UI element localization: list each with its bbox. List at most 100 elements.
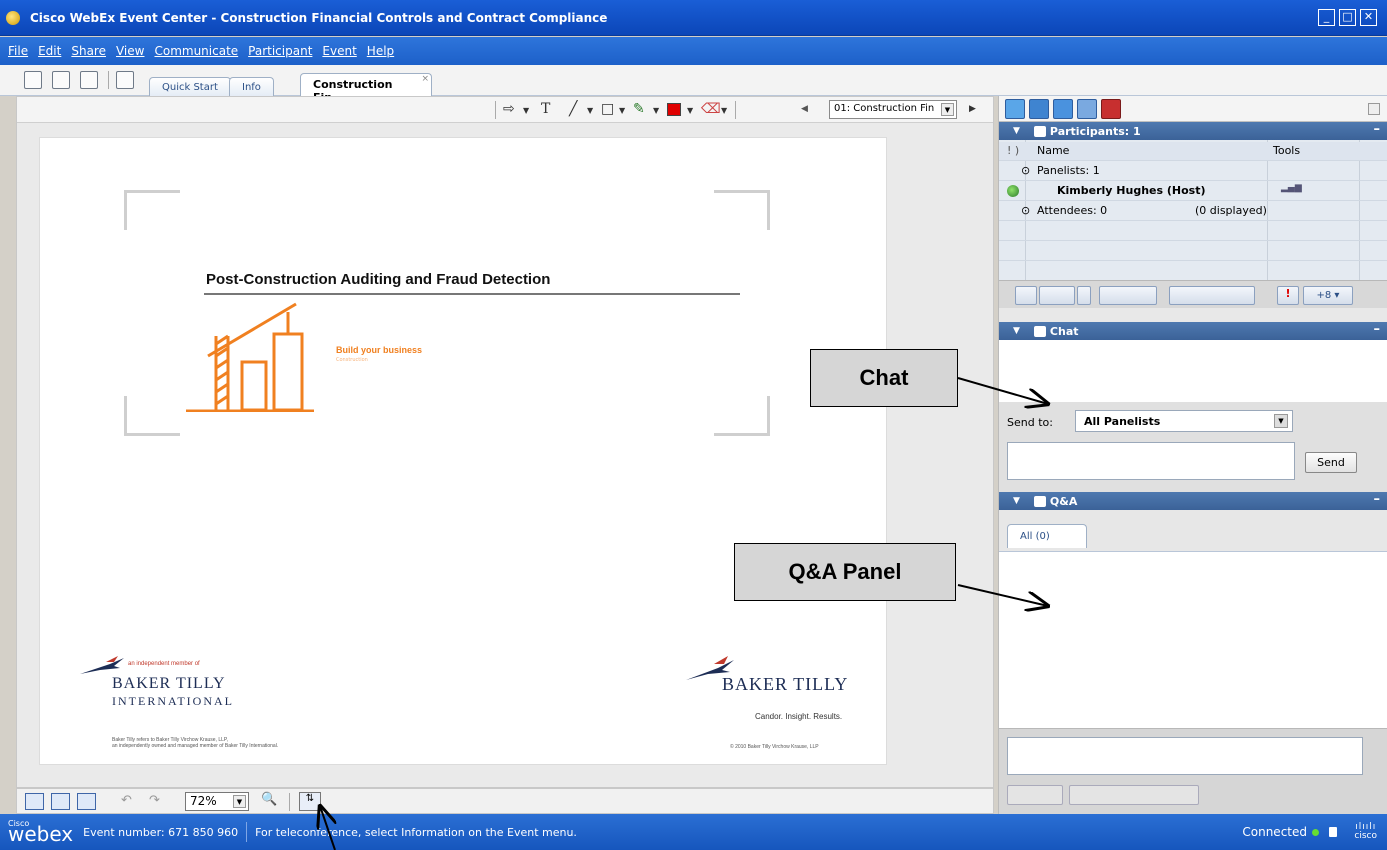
menu-help[interactable]: Help	[367, 44, 394, 58]
disabled-action-button[interactable]	[1099, 286, 1157, 305]
page-selector-value: 01: Construction Fin	[834, 103, 935, 114]
qa-panel-icon[interactable]	[1053, 99, 1073, 119]
color-picker-icon[interactable]	[667, 103, 681, 116]
participant-row[interactable]: Kimberly Hughes (Host) ▂▄▆	[999, 182, 1387, 201]
qa-panel-header[interactable]: ▼ Q&A –	[999, 492, 1387, 510]
new-document-icon[interactable]	[24, 71, 42, 89]
send-to-value: All Panelists	[1084, 415, 1161, 428]
record-icon[interactable]	[1101, 99, 1121, 119]
sync-display-icon[interactable]: ⇅	[299, 792, 321, 811]
qa-question-list[interactable]	[999, 552, 1387, 728]
panelists-label: Panelists: 1	[1037, 164, 1100, 177]
share-desktop-icon[interactable]	[80, 71, 98, 89]
menu-bar: File Edit Share View Communicate Partici…	[0, 37, 1387, 65]
minimize-panel-icon[interactable]: –	[1374, 492, 1381, 507]
panelists-group-row[interactable]: ⊙ Panelists: 1	[999, 162, 1387, 181]
line-dropdown-icon[interactable]: ▼	[587, 106, 593, 115]
eraser-dropdown-icon[interactable]: ▼	[721, 106, 727, 115]
feedback-icon[interactable]	[1039, 286, 1075, 305]
rotate-left-icon[interactable]: ↶	[121, 793, 132, 808]
rectangle-tool-icon[interactable]: □	[601, 101, 614, 117]
qa-compose	[999, 728, 1387, 814]
build-your-business-text: Build your business	[336, 345, 423, 355]
slogan-text: Candor. Insight. Results.	[755, 712, 843, 721]
menu-share[interactable]: Share	[71, 44, 106, 58]
pointer-arrow-icon[interactable]: ⇨	[503, 101, 515, 117]
tab-info[interactable]: Info	[229, 77, 274, 97]
panels-area: ▼ Participants: 1 – ! ) Name Tools ⊙ Pan…	[998, 96, 1387, 814]
full-view-icon[interactable]	[25, 793, 44, 810]
qa-title: Q&A	[1049, 494, 1078, 508]
zoom-selector[interactable]: 72% ▼	[185, 792, 249, 811]
priority-column-icon[interactable]: ! )	[1007, 144, 1019, 157]
highlighter-icon[interactable]: ✎	[633, 101, 645, 117]
globe-status-icon	[1007, 185, 1019, 197]
notes-panel-icon[interactable]	[1077, 99, 1097, 119]
menu-view[interactable]: View	[116, 44, 144, 58]
disabled-ask-button[interactable]	[1007, 785, 1063, 805]
raise-hand-icon[interactable]: !	[1277, 286, 1299, 305]
panel-options-icon[interactable]	[1368, 103, 1380, 115]
send-to-select[interactable]: All Panelists ▼	[1075, 410, 1293, 432]
chat-history[interactable]	[999, 340, 1387, 402]
rectangle-dropdown-icon[interactable]: ▼	[619, 106, 625, 115]
presentation-slide: Post-Construction Auditing and Fraud Det…	[39, 137, 887, 765]
pointer-dropdown-icon[interactable]: ▼	[523, 106, 529, 115]
send-button[interactable]: Send	[1305, 452, 1357, 473]
zoom-icon[interactable]: 🔍	[261, 792, 277, 807]
close-window-button[interactable]: ✕	[1360, 9, 1377, 26]
toolbar-separator	[289, 793, 290, 811]
footnote-line-2: an independently owned and managed membe…	[112, 743, 279, 749]
qa-input[interactable]	[1007, 737, 1363, 775]
disabled-action-button[interactable]	[1169, 286, 1255, 305]
feedback-dropdown-icon[interactable]	[1077, 286, 1091, 305]
participant-list-header-row: ! ) Name Tools	[999, 142, 1387, 161]
menu-communicate[interactable]: Communicate	[154, 44, 238, 58]
copyright-text: © 2010 Baker Tilly Virchow Krause, LLP	[730, 744, 819, 750]
menu-edit[interactable]: Edit	[38, 44, 61, 58]
maximize-button[interactable]: □	[1339, 9, 1356, 26]
whiteboard-icon[interactable]	[116, 71, 134, 89]
color-dropdown-icon[interactable]: ▼	[687, 106, 693, 115]
menu-event[interactable]: Event	[322, 44, 356, 58]
chat-title: Chat	[1049, 324, 1079, 338]
split-view-icon[interactable]	[77, 793, 96, 810]
event-number: Event number: 671 850 960	[83, 825, 239, 839]
page-selector[interactable]: 01: Construction Fin ▼	[829, 100, 957, 119]
mute-icon[interactable]	[1015, 286, 1037, 305]
name-column-header[interactable]: Name	[1037, 144, 1069, 157]
menu-file[interactable]: File	[8, 44, 28, 58]
participants-panel-header[interactable]: ▼ Participants: 1 –	[999, 122, 1387, 140]
eraser-icon[interactable]: ⌫	[701, 101, 721, 117]
minimize-panel-icon[interactable]: –	[1374, 122, 1381, 137]
chat-input[interactable]	[1007, 442, 1295, 480]
rotate-right-icon[interactable]: ↷	[149, 793, 160, 808]
logo-tagline: an independent member of	[128, 661, 200, 667]
next-page-icon[interactable]: ▶	[969, 104, 976, 114]
attendees-group-row[interactable]: ⊙ Attendees: 0 (0 displayed)	[999, 202, 1387, 221]
minimize-panel-icon[interactable]: –	[1374, 322, 1381, 337]
tools-column-header[interactable]: Tools	[1273, 144, 1300, 157]
thumbnail-view-icon[interactable]	[51, 793, 70, 810]
tab-quick-start[interactable]: Quick Start	[149, 77, 231, 97]
empty-row	[999, 242, 1387, 261]
chat-panel-icon[interactable]	[1029, 99, 1049, 119]
chat-panel-header[interactable]: ▼ Chat –	[999, 322, 1387, 340]
close-tab-icon[interactable]: ×	[421, 74, 429, 84]
participant-name: Kimberly Hughes (Host)	[1057, 184, 1206, 197]
highlighter-dropdown-icon[interactable]: ▼	[653, 106, 659, 115]
toolbar-separator	[108, 71, 109, 89]
minimize-button[interactable]: _	[1318, 9, 1335, 26]
participants-icon	[1033, 125, 1046, 137]
menu-participant[interactable]: Participant	[248, 44, 312, 58]
participants-panel-icon[interactable]	[1005, 99, 1025, 119]
invite-icon[interactable]: +8 ▾	[1303, 286, 1353, 305]
previous-page-icon[interactable]: ◀	[801, 104, 808, 114]
line-tool-icon[interactable]: ╱	[569, 101, 577, 117]
tab-construction-fin[interactable]: Construction Fin... ×	[300, 73, 432, 104]
disabled-send-privately-button[interactable]	[1069, 785, 1199, 805]
baker-tilly-logo-text: BAKER TILLY	[112, 675, 226, 692]
tab-qa-all[interactable]: All (0)	[1007, 524, 1087, 548]
text-tool-icon[interactable]: T	[541, 101, 550, 117]
share-application-icon[interactable]	[52, 71, 70, 89]
